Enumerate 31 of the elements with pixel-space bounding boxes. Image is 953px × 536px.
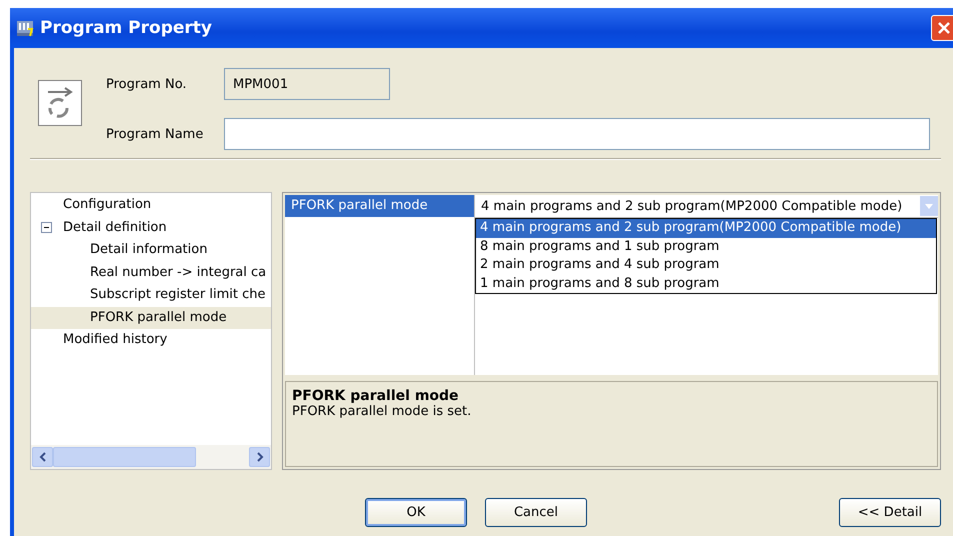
tree-item[interactable]: Detail definition [31, 216, 271, 239]
tree-item[interactable]: Real number -> integral ca [31, 262, 271, 284]
close-icon [937, 21, 951, 35]
detail-button[interactable]: << Detail [839, 498, 941, 527]
program-name-label: Program Name [106, 126, 204, 142]
dropdown-option[interactable]: 2 main programs and 4 sub program [476, 256, 936, 274]
scroll-left-icon[interactable] [38, 452, 46, 462]
close-button[interactable] [931, 15, 953, 41]
tree-item[interactable]: Subscript register limit che [31, 284, 271, 306]
program-name-field[interactable] [224, 118, 930, 150]
horizontal-scrollbar[interactable] [31, 445, 271, 469]
ok-button[interactable]: OK [365, 498, 467, 527]
dropdown-option[interactable]: 1 main programs and 8 sub program [476, 274, 936, 293]
mode-dropdown[interactable]: 4 main programs and 2 sub program(MP2000 Compatible mode) [475, 195, 938, 218]
tree-item[interactable]: Detail information [31, 239, 271, 262]
description-text: PFORK parallel mode is set. [292, 404, 472, 419]
scroll-right-icon[interactable] [256, 452, 264, 462]
program-no-field: MPM001 [224, 68, 390, 100]
tree-item[interactable]: Modified history [31, 329, 271, 352]
app-icon [16, 19, 34, 37]
dropdown-option[interactable]: 8 main programs and 1 sub program [476, 238, 936, 256]
window-title: Program Property [40, 18, 212, 38]
tree-item[interactable]: Configuration [31, 194, 271, 216]
cancel-button[interactable]: Cancel [485, 498, 587, 527]
tree-item[interactable]: PFORK parallel mode [31, 306, 271, 329]
property-name[interactable]: PFORK parallel mode [285, 195, 474, 217]
program-icon [38, 80, 82, 126]
collapse-icon[interactable] [41, 222, 52, 234]
description-title: PFORK parallel mode [292, 388, 460, 404]
program-no-label: Program No. [106, 76, 188, 92]
dropdown-option[interactable]: 4 main programs and 2 sub program(MP2000 Compatible mode) [476, 219, 936, 238]
